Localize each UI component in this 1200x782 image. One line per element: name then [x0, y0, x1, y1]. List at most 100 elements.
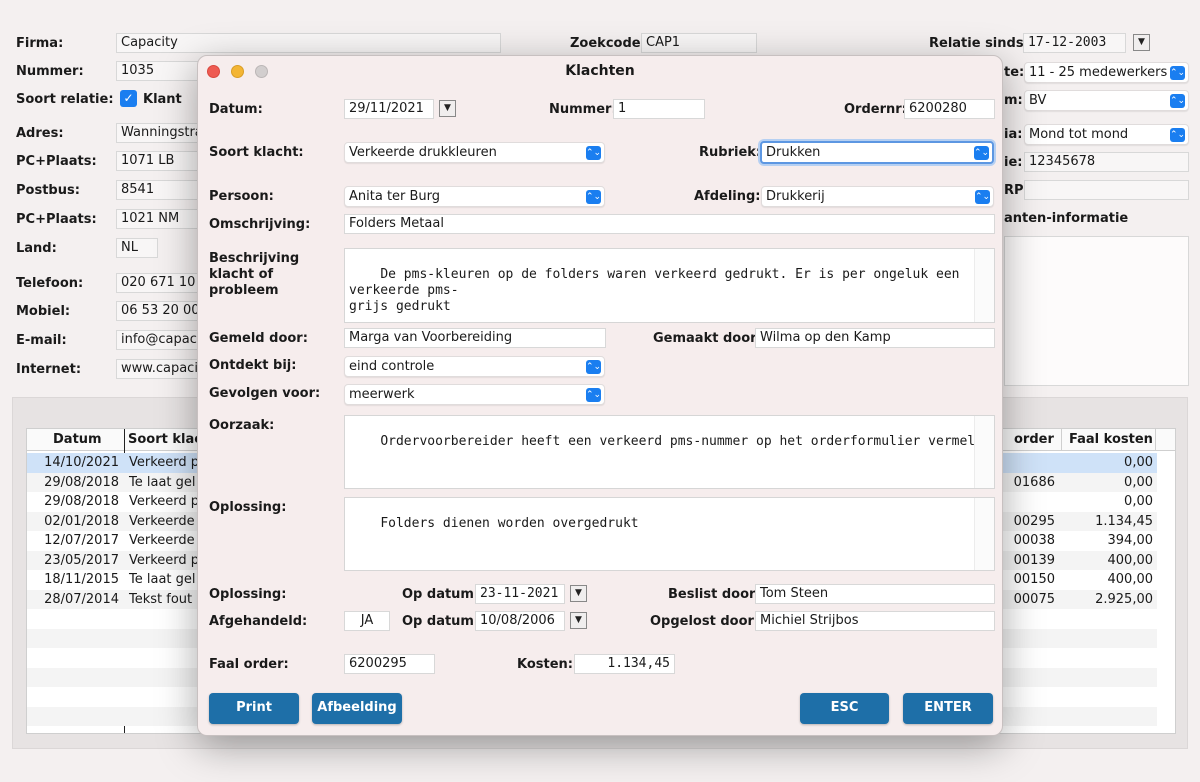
registratie-field[interactable]: 12345678 — [1024, 152, 1189, 172]
gemeld-door-field[interactable]: Marga van Voorbereiding — [344, 328, 606, 348]
calendar-dropdown-icon[interactable]: ▼ — [439, 100, 456, 117]
gemaakt-door-field[interactable]: Wilma op den Kamp — [755, 328, 995, 348]
gevolgen-voor-select[interactable]: meerwerk ⌃⌄ — [344, 384, 605, 405]
beschrijving-label-line1: Beschrijving — [209, 251, 300, 266]
col-header-soort[interactable]: Soort klac — [124, 432, 206, 453]
firma-field[interactable]: Capacity — [116, 33, 501, 53]
calendar-dropdown-icon[interactable]: ▼ — [570, 612, 587, 629]
media-select[interactable]: Mond tot mond ⌃⌄ — [1024, 124, 1189, 145]
col-header-datum[interactable]: Datum — [49, 432, 106, 453]
rubriek-select[interactable]: Drukken ⌃⌄ — [760, 141, 994, 164]
afdeling-select[interactable]: Drukkerij ⌃⌄ — [761, 186, 994, 207]
chevron-updown-icon: ⌃⌄ — [586, 360, 602, 374]
right-label-2: m: — [1004, 93, 1023, 108]
mobiel-label: Mobiel: — [16, 304, 71, 319]
esc-button[interactable]: ESC — [800, 693, 889, 724]
kosten-field[interactable]: 1.134,45 — [574, 654, 675, 674]
persoon-select[interactable]: Anita ter Burg ⌃⌄ — [344, 186, 605, 207]
relatie-sinds-label: Relatie sinds: — [929, 36, 1029, 51]
persoon-label: Persoon: — [209, 189, 274, 204]
oorzaak-textarea[interactable]: Ordervoorbereider heeft een verkeerd pms… — [344, 415, 995, 489]
pcplaats2-field[interactable]: 1021 NM — [116, 209, 206, 229]
postbus-field[interactable]: 8541 — [116, 180, 206, 200]
calendar-dropdown-icon[interactable]: ▼ — [570, 585, 587, 602]
ordernr-field[interactable]: 6200280 — [904, 99, 995, 119]
enter-button[interactable]: ENTER — [903, 693, 993, 724]
omschrijving-field[interactable]: Folders Metaal — [344, 214, 995, 234]
zoekcode-field[interactable]: CAP1 — [641, 33, 757, 53]
soort-klacht-select[interactable]: Verkeerde drukkleuren ⌃⌄ — [344, 142, 605, 163]
dialog-title: Klachten — [565, 63, 635, 79]
close-window-button[interactable] — [207, 65, 220, 78]
op-datum-field-1[interactable]: 23-11-2021 — [475, 584, 565, 604]
table-cell-datum: 02/01/2018 — [44, 513, 119, 529]
minimize-window-button[interactable] — [231, 65, 244, 78]
beschrijving-scrollbar[interactable] — [974, 249, 994, 322]
afbeelding-button[interactable]: Afbeelding — [312, 693, 402, 724]
adres-label: Adres: — [16, 126, 64, 141]
print-button[interactable]: Print — [209, 693, 299, 724]
rubriek-label: Rubriek: — [699, 145, 762, 160]
op-datum-label-2: Op datum: — [402, 614, 480, 629]
land-field[interactable]: NL — [116, 238, 158, 258]
ontdekt-bij-select[interactable]: eind controle ⌃⌄ — [344, 356, 605, 377]
beslist-door-field[interactable]: Tom Steen — [755, 584, 995, 604]
pcplaats-field[interactable]: 1071 LB — [116, 151, 206, 171]
dialog-titlebar[interactable]: Klachten — [198, 56, 1002, 88]
klant-checkbox[interactable]: ✓ — [120, 90, 137, 107]
beschrijving-label-line3: probleem — [209, 283, 279, 298]
gemeld-door-label: Gemeld door: — [209, 331, 308, 346]
table-cell-faal: 0,00 — [1124, 455, 1153, 470]
rp-field[interactable] — [1024, 180, 1189, 200]
op-datum-field-2[interactable]: 10/08/2006 — [475, 611, 565, 631]
chevron-updown-icon: ⌃⌄ — [974, 146, 990, 160]
oplossing-textarea[interactable]: Folders dienen worden overgedrukt — [344, 497, 995, 571]
col-header-order[interactable]: order — [1010, 432, 1058, 453]
column-divider — [1155, 429, 1156, 451]
persoon-value: Anita ter Burg — [349, 189, 441, 204]
nummer-label: Nummer: — [16, 64, 84, 79]
col-header-faal[interactable]: Faal kosten — [1065, 432, 1157, 453]
mobiel-field[interactable]: 06 53 20 00 — [116, 301, 206, 321]
beschrijving-textarea[interactable]: De pms-kleuren op de folders waren verke… — [344, 248, 995, 323]
telefoon-field[interactable]: 020 671 10 — [116, 273, 206, 293]
datum-label: Datum: — [209, 102, 263, 117]
internet-field[interactable]: www.capaci — [116, 359, 206, 379]
oplossing-scrollbar[interactable] — [974, 498, 994, 570]
bedrijfsgrootte-value: 11 - 25 medewerkers — [1029, 65, 1168, 80]
chevron-updown-icon: ⌃⌄ — [1170, 66, 1186, 80]
faal-order-label: Faal order: — [209, 657, 289, 672]
rechtsvorm-value: BV — [1029, 93, 1047, 108]
nummer-field[interactable]: 1 — [613, 99, 705, 119]
chevron-updown-icon: ⌃⌄ — [1170, 94, 1186, 108]
email-label: E-mail: — [16, 333, 67, 348]
datum-field[interactable]: 29/11/2021 — [344, 99, 434, 119]
zoom-window-button[interactable] — [255, 65, 268, 78]
beschrijving-label-line2: klacht of — [209, 267, 274, 282]
afdeling-label: Afdeling: — [694, 189, 761, 204]
table-cell-faal: 2.925,00 — [1095, 591, 1153, 607]
calendar-dropdown-icon[interactable]: ▼ — [1133, 34, 1150, 51]
zoekcode-label: Zoekcode: — [570, 36, 646, 51]
email-field[interactable]: info@capaci — [116, 330, 206, 350]
chevron-updown-icon: ⌃⌄ — [586, 388, 602, 402]
klanten-informatie-area[interactable] — [1004, 236, 1189, 386]
adres-field[interactable]: Wanningstra — [116, 123, 206, 143]
relatie-sinds-field[interactable]: 17-12-2003 — [1023, 33, 1126, 53]
table-cell-datum: 29/08/2018 — [44, 494, 119, 509]
oorzaak-scrollbar[interactable] — [974, 416, 994, 488]
faal-order-field[interactable]: 6200295 — [344, 654, 435, 674]
chevron-updown-icon: ⌃⌄ — [586, 190, 602, 204]
table-cell-datum: 23/05/2017 — [44, 552, 119, 568]
chevron-updown-icon: ⌃⌄ — [975, 190, 991, 204]
rechtsvorm-select[interactable]: BV ⌃⌄ — [1024, 90, 1189, 111]
ontdekt-bij-label: Ontdekt bij: — [209, 358, 297, 373]
chevron-updown-icon: ⌃⌄ — [586, 146, 602, 160]
oorzaak-label: Oorzaak: — [209, 418, 275, 433]
bedrijfsgrootte-select[interactable]: 11 - 25 medewerkers ⌃⌄ — [1024, 62, 1189, 83]
beschrijving-text: De pms-kleuren op de folders waren verke… — [349, 267, 960, 314]
ontdekt-bij-value: eind controle — [349, 359, 435, 374]
nummer-field[interactable]: 1035 — [116, 61, 206, 81]
afgehandeld-field[interactable]: JA — [344, 611, 390, 631]
opgelost-door-field[interactable]: Michiel Strijbos — [755, 611, 995, 631]
